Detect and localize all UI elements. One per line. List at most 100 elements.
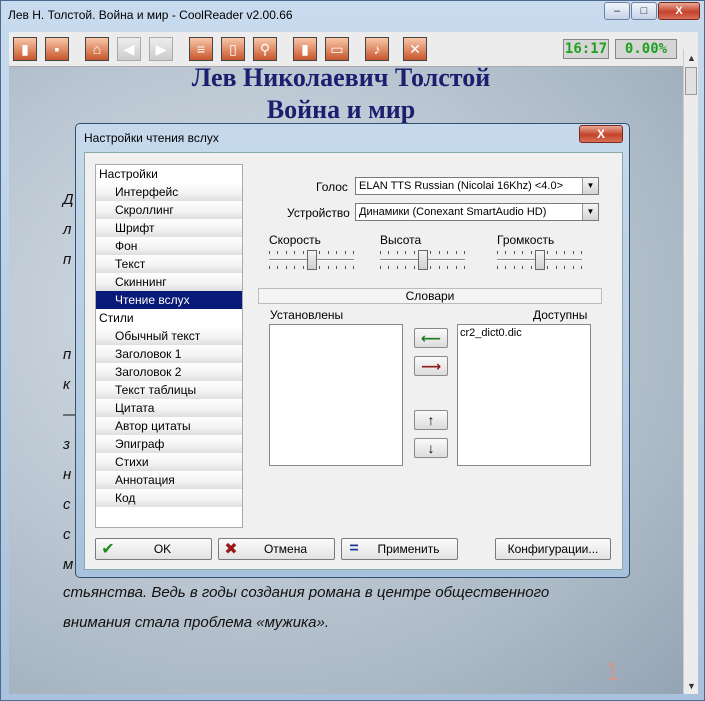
installed-dictionaries-list[interactable] [269,324,403,466]
slider-tick [277,266,279,269]
slider-tick [505,266,507,269]
slider-tick [447,266,449,269]
slider-tick [285,251,287,254]
slider-tick [430,266,432,269]
slider-knob[interactable] [306,250,317,270]
tree-item[interactable]: Эпиграф [96,435,242,453]
speed-slider[interactable] [269,249,354,271]
tree-item[interactable]: Аннотация [96,471,242,489]
tree-item[interactable]: Цитата [96,399,242,417]
page-number: 1 [605,656,620,686]
slider-tick [336,251,338,254]
text-fragment: з [63,436,70,453]
scroll-down-icon[interactable]: ▼ [684,677,699,694]
tree-item[interactable]: Интерфейс [96,183,242,201]
remove-dictionary-button[interactable]: ⟶ [414,356,448,376]
maximize-button[interactable]: □ [631,2,657,20]
slider-tick [336,266,338,269]
move-up-button[interactable]: ↑ [414,410,448,430]
tree-group-item[interactable]: Настройки [96,165,242,183]
tree-group-item[interactable]: Стили [96,309,242,327]
move-down-button[interactable]: ↓ [414,438,448,458]
slider-tick [353,266,354,269]
slider-tick [530,266,532,269]
tree-item[interactable]: Скроллинг [96,201,242,219]
forward-icon[interactable]: ▶ [149,37,173,61]
slider-tick [302,251,304,254]
tree-item[interactable]: Заголовок 1 [96,345,242,363]
list-item[interactable]: cr2_dict0.dic [460,327,588,339]
slider-tick [464,251,465,254]
slider-tick [285,266,287,269]
slider-tick [294,251,296,254]
cancel-button-label: Отмена [263,542,308,556]
chevron-down-icon[interactable]: ▼ [582,204,598,220]
text-fragment: м [63,556,74,573]
scroll-thumb[interactable] [685,67,697,95]
slider-tick [405,266,407,269]
dialog-close-button[interactable]: X [579,125,623,143]
slider-tick [438,266,440,269]
tree-item[interactable]: Заголовок 2 [96,363,242,381]
tree-item[interactable]: Автор цитаты [96,417,242,435]
settings-tree[interactable]: Настройки Интерфейс Скроллинг Шрифт Фон Текст… [95,164,243,528]
text-fragment: п [63,251,72,268]
slider-knob[interactable] [534,250,545,270]
back-icon[interactable]: ◀ [117,37,141,61]
page-icon[interactable]: ▮ [293,37,317,61]
slider-tick [572,251,574,254]
tree-item[interactable]: Фон [96,237,242,255]
scroll-up-icon[interactable]: ▲ [684,49,699,66]
voice-select[interactable]: ELAN TTS Russian (Nicolai 16Khz) <4.0> ▼ [355,177,599,195]
slider-tick [430,251,432,254]
installed-label: Установлены [270,308,344,322]
close-button[interactable]: X [658,2,700,20]
slider-tick [380,266,381,269]
tree-item[interactable]: Стихи [96,453,242,471]
save-icon[interactable]: ▪ [45,37,69,61]
device-select[interactable]: Динамики (Conexant SmartAudio HD) ▼ [355,203,599,221]
apply-button[interactable]: = Применить [341,538,458,560]
cancel-button[interactable]: ✖ Отмена [218,538,335,560]
speaker-icon[interactable]: ♪ [365,37,389,61]
pitch-slider[interactable] [380,249,465,271]
add-dictionary-button[interactable]: ⟵ [414,328,448,348]
slider-tick [555,266,557,269]
tree-item[interactable]: Текст [96,255,242,273]
slider-tick [497,251,498,254]
slider-tick [294,266,296,269]
slider-tick [522,251,524,254]
slider-knob[interactable] [417,250,428,270]
slider-tick [388,266,390,269]
tree-item[interactable]: Обычный текст [96,327,242,345]
slider-tick [555,251,557,254]
bookmark-icon[interactable]: ▯ [221,37,245,61]
tree-item[interactable]: Шрифт [96,219,242,237]
search-icon[interactable]: ⚲ [253,37,277,61]
tree-item[interactable]: Чтение вслух [96,291,242,309]
chevron-down-icon[interactable]: ▼ [582,178,598,194]
slider-tick [572,266,574,269]
volume-slider[interactable] [497,249,582,271]
open-book-icon[interactable]: ▮ [13,37,37,61]
tree-item[interactable]: Код [96,489,242,507]
tree-item[interactable]: Скиннинг [96,273,242,291]
ok-button[interactable]: ✔ OK [95,538,212,560]
minimize-button[interactable]: – [604,2,630,20]
vertical-scrollbar[interactable]: ▲ ▼ [683,49,698,694]
toc-icon[interactable]: ≡ [189,37,213,61]
slider-tick [564,266,566,269]
book-text-line: внимания стала проблема «мужика». [63,614,329,631]
home-icon[interactable]: ⌂ [85,37,109,61]
slider-tick [344,251,346,254]
configurations-button[interactable]: Конфигурации... [495,538,611,560]
settings-icon[interactable]: ✕ [403,37,427,61]
slider-tick [380,251,381,254]
tree-item[interactable]: Текст таблицы [96,381,242,399]
slider-tick [455,266,457,269]
slider-tick [547,251,549,254]
book-heading-author: Лев Николаевич Толстой [191,63,491,92]
title-bar[interactable]: Лев Н. Толстой. Война и мир - CoolReader… [1,1,704,31]
two-pages-icon[interactable]: ▭ [325,37,349,61]
available-dictionaries-list[interactable]: cr2_dict0.dic [457,324,591,466]
